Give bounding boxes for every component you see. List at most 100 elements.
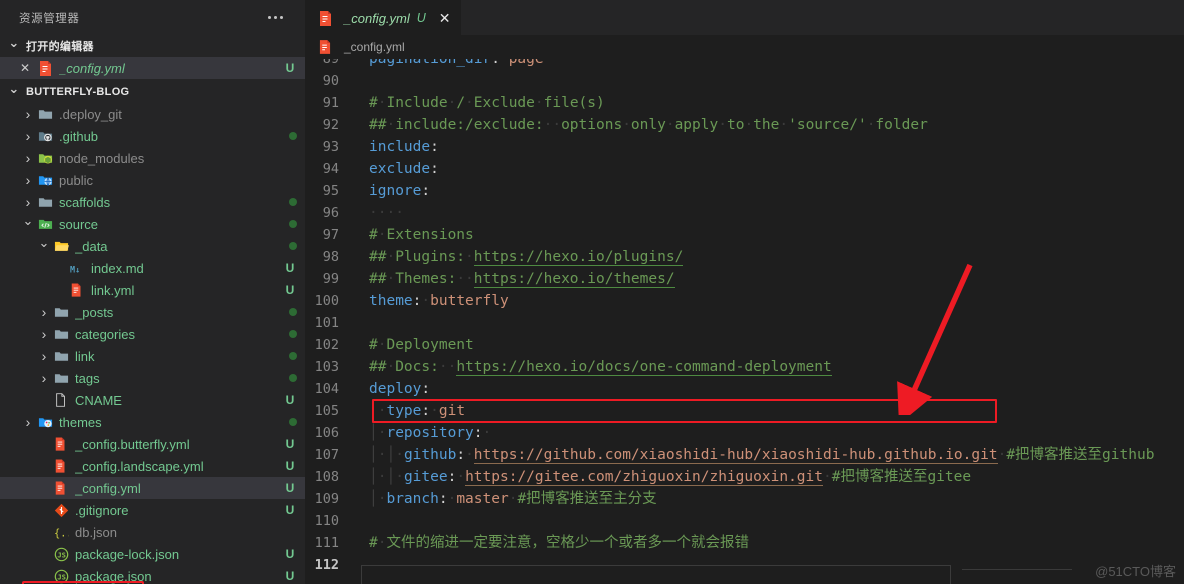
folder-change-dot xyxy=(289,374,297,382)
tree-item-data[interactable]: _data xyxy=(0,235,305,257)
code-line[interactable]: 89 pagination_dir:·page xyxy=(305,59,1184,70)
code-line[interactable]: 93 include: xyxy=(305,136,1184,158)
git-status-badge: U xyxy=(285,393,295,407)
npm-file-icon: JS xyxy=(52,546,70,562)
code-line-text: │·repository:· xyxy=(369,425,492,441)
code-line-text: include: xyxy=(369,139,439,155)
code-line[interactable]: 109 │·branch:·master·#把博客推送至主分支 xyxy=(305,488,1184,510)
code-line[interactable]: 112 xyxy=(305,554,1184,584)
tree-item-label: .gitignore xyxy=(75,502,129,518)
folder-icon xyxy=(52,326,70,342)
tree-item-config-yml[interactable]: _config.yml U xyxy=(0,477,305,499)
breadcrumb[interactable]: _config.yml xyxy=(305,35,1184,59)
explorer-more-actions-icon[interactable] xyxy=(260,12,291,23)
tree-item-link-yml[interactable]: link.yml U xyxy=(0,279,305,301)
file-tree: .deploy_git .github node_modulespublic scaf… xyxy=(0,103,305,584)
line-number: 97 xyxy=(322,227,339,243)
git-status-badge: U xyxy=(285,459,295,473)
yaml-file-icon xyxy=(36,60,54,76)
code-line[interactable]: 91 #·Include·/·Exclude·file(s) xyxy=(305,92,1184,114)
git-file-icon xyxy=(52,502,70,518)
folder-change-dot xyxy=(289,352,297,360)
editor-pane: _config.yml U ✕ _config.yml 89 pagination… xyxy=(305,0,1184,584)
tree-item-config-landscape-yml[interactable]: _config.landscape.yml U xyxy=(0,455,305,477)
tree-item-label: link xyxy=(75,348,95,364)
tree-item-index-md[interactable]: M↓ index.md U xyxy=(0,257,305,279)
chevron-down-icon xyxy=(36,238,52,254)
project-folder-header[interactable]: BUTTERFLY-BLOG xyxy=(0,81,305,103)
code-line[interactable]: 98 ##·Plugins:·https://hexo.io/plugins/ xyxy=(305,246,1184,268)
code-line[interactable]: 90 xyxy=(305,70,1184,92)
code-line[interactable]: 92 ##·include:/exclude:··options·only·app… xyxy=(305,114,1184,136)
code-line[interactable]: 110 xyxy=(305,510,1184,532)
chevron-right-icon xyxy=(20,414,36,430)
tree-item-gitignore[interactable]: .gitignore U xyxy=(0,499,305,521)
code-line-text: pagination_dir:·page xyxy=(369,59,544,67)
folder-change-dot xyxy=(289,242,297,250)
tree-item-themes[interactable]: themes xyxy=(0,411,305,433)
code-line-text: │·branch:·master·#把博客推送至主分支 xyxy=(369,491,657,507)
tree-item-tags[interactable]: tags xyxy=(0,367,305,389)
tree-item-cname[interactable]: CNAME U xyxy=(0,389,305,411)
tree-item-categories[interactable]: categories xyxy=(0,323,305,345)
code-line[interactable]: 104 deploy: xyxy=(305,378,1184,400)
open-editors-header[interactable]: 打开的编辑器 xyxy=(0,35,305,57)
code-line-text: ##·Themes:··https://hexo.io/themes/ xyxy=(369,271,675,288)
yaml-file-icon xyxy=(52,480,70,496)
tree-item-label: tags xyxy=(75,370,100,386)
code-line[interactable]: 94 exclude: xyxy=(305,158,1184,180)
tree-item-deploy-git[interactable]: .deploy_git xyxy=(0,103,305,125)
chevron-right-icon xyxy=(20,194,36,210)
tree-item-github[interactable]: .github xyxy=(0,125,305,147)
code-line[interactable]: 111 #·文件的缩进一定要注意，空格少一个或者多一个就会报错 xyxy=(305,532,1184,554)
line-number: 93 xyxy=(322,139,339,155)
line-number: 104 xyxy=(314,381,339,397)
line-number: 112 xyxy=(314,557,339,573)
code-line[interactable]: 102 #·Deployment xyxy=(305,334,1184,356)
node-folder-icon xyxy=(36,150,54,166)
tab-config-yml[interactable]: _config.yml U ✕ xyxy=(305,0,461,35)
tab-close-icon[interactable]: ✕ xyxy=(439,11,451,25)
tree-item-scaffolds[interactable]: scaffolds xyxy=(0,191,305,213)
code-line-text: #·Deployment xyxy=(369,337,474,353)
svg-text:JS: JS xyxy=(57,550,65,559)
tree-item-label: index.md xyxy=(91,260,144,276)
folder-icon xyxy=(36,106,54,122)
tree-item-label: db.json xyxy=(75,524,117,540)
tree-item-source[interactable]: source xyxy=(0,213,305,235)
code-line[interactable]: 96 ···· xyxy=(305,202,1184,224)
tree-item-public[interactable]: public xyxy=(0,169,305,191)
tree-item-label: .github xyxy=(59,128,99,144)
code-line[interactable]: 95 ignore: xyxy=(305,180,1184,202)
code-editor[interactable]: 89 pagination_dir:·page 90 91 #·Include·/·Ex… xyxy=(305,59,1184,584)
yaml-file-icon xyxy=(52,458,70,474)
vscode-window: 资源管理器 打开的编辑器 ✕ _config.yml U BUTTERFLY-B… xyxy=(0,0,1184,584)
tree-item-node-modules[interactable]: node_modules xyxy=(0,147,305,169)
code-line[interactable]: 107 │·│·github:·https://github.com/xiaosh… xyxy=(305,444,1184,466)
line-number: 91 xyxy=(322,95,339,111)
close-icon[interactable]: ✕ xyxy=(14,61,36,75)
code-line[interactable]: 103 ##·Docs:··https://hexo.io/docs/one-co… xyxy=(305,356,1184,378)
tree-item-package-lock-json[interactable]: JS package-lock.json U xyxy=(0,543,305,565)
tree-item-posts[interactable]: _posts xyxy=(0,301,305,323)
tree-item-label: source xyxy=(59,216,99,232)
tree-item-config-butterfly-yml[interactable]: _config.butterfly.yml U xyxy=(0,433,305,455)
open-editor-item-config-yml[interactable]: ✕ _config.yml U xyxy=(0,57,305,79)
project-name-label: BUTTERFLY-BLOG xyxy=(26,86,130,98)
tree-item-package-json[interactable]: JS package.json U xyxy=(0,565,305,584)
breadcrumb-filename: _config.yml xyxy=(344,40,405,54)
tree-item-db-json[interactable]: {..} db.json xyxy=(0,521,305,543)
code-line[interactable]: 106 │·repository:· xyxy=(305,422,1184,444)
code-line[interactable]: 105 │·type:·git xyxy=(305,400,1184,422)
code-line-text: │·type:·git xyxy=(369,403,466,419)
folder-change-dot xyxy=(289,330,297,338)
code-line[interactable]: 97 #·Extensions xyxy=(305,224,1184,246)
code-line[interactable]: 100 theme:·butterfly xyxy=(305,290,1184,312)
tree-item-link[interactable]: link xyxy=(0,345,305,367)
code-line[interactable]: 99 ##·Themes:··https://hexo.io/themes/ xyxy=(305,268,1184,290)
chevron-right-icon xyxy=(36,370,52,386)
folder-change-dot xyxy=(289,308,297,316)
line-number: 90 xyxy=(322,73,339,89)
code-line[interactable]: 108 │·│·gitee:·https://gitee.com/zhiguoxi… xyxy=(305,466,1184,488)
code-line[interactable]: 101 xyxy=(305,312,1184,334)
